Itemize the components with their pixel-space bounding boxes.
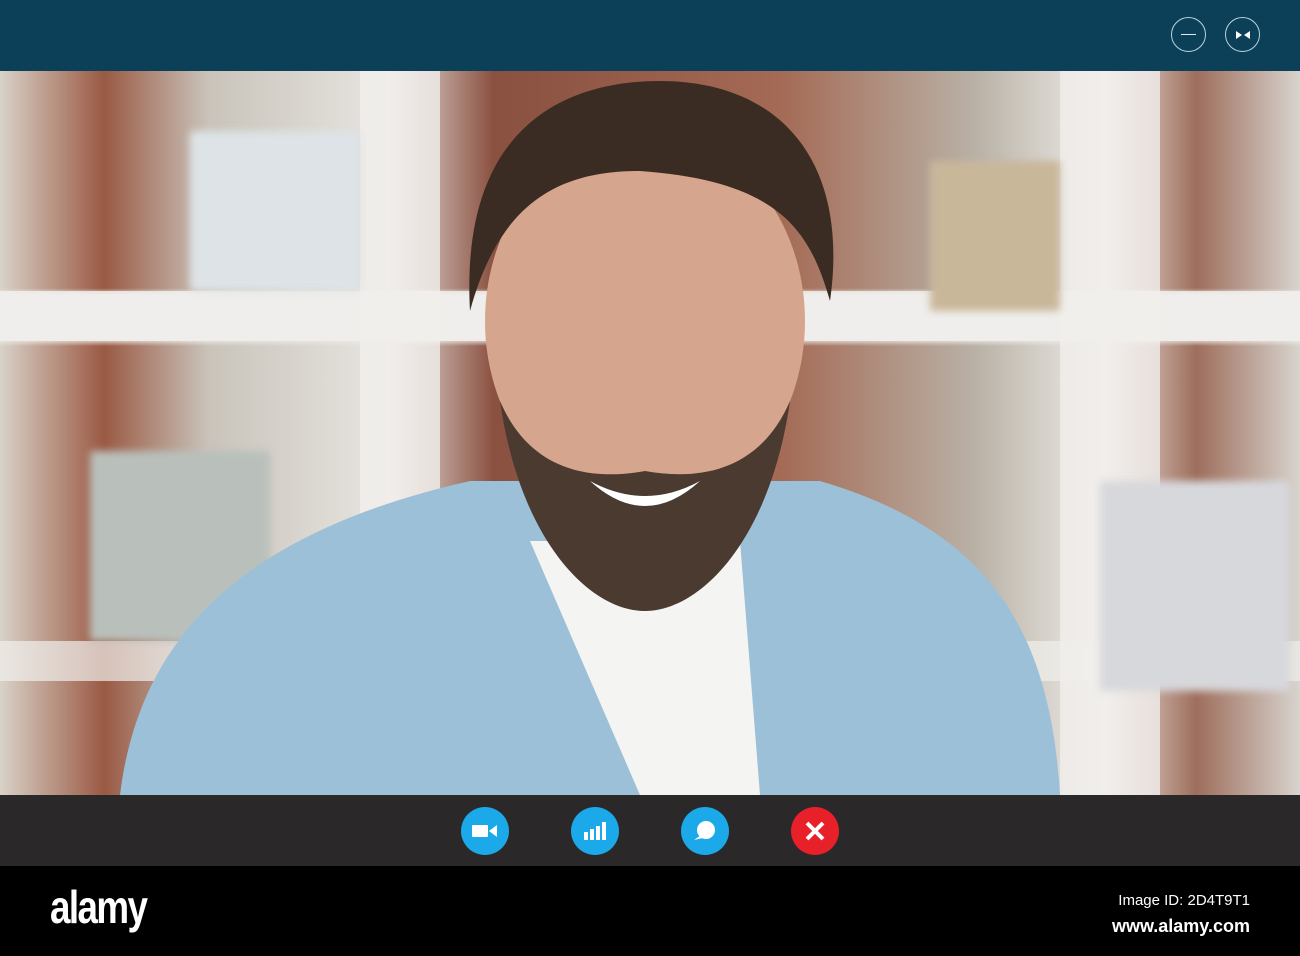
chat-button[interactable] xyxy=(681,807,729,855)
collapse-button[interactable] xyxy=(1225,17,1260,52)
close-icon xyxy=(805,821,825,841)
alamy-logo: alamy xyxy=(50,881,148,933)
image-id: Image ID: 2D4T9T1 xyxy=(1118,892,1250,909)
video-call-titlebar xyxy=(0,0,1300,71)
footer: alamy Image ID: 2D4T9T1 www.alamy.com xyxy=(0,866,1300,956)
camera-button[interactable] xyxy=(461,807,509,855)
end-call-button[interactable] xyxy=(791,807,839,855)
video-feed xyxy=(0,71,1300,795)
chat-bubble-icon xyxy=(694,821,715,840)
minus-icon xyxy=(1181,33,1196,36)
person xyxy=(120,81,1060,795)
video-camera-icon xyxy=(472,825,497,837)
call-toolbar xyxy=(0,795,1300,866)
signal-bars-icon xyxy=(584,822,606,840)
signal-button[interactable] xyxy=(571,807,619,855)
footer-url: www.alamy.com xyxy=(1111,916,1250,936)
minimize-button[interactable] xyxy=(1171,17,1206,52)
collapse-arrows-icon xyxy=(1235,30,1250,39)
